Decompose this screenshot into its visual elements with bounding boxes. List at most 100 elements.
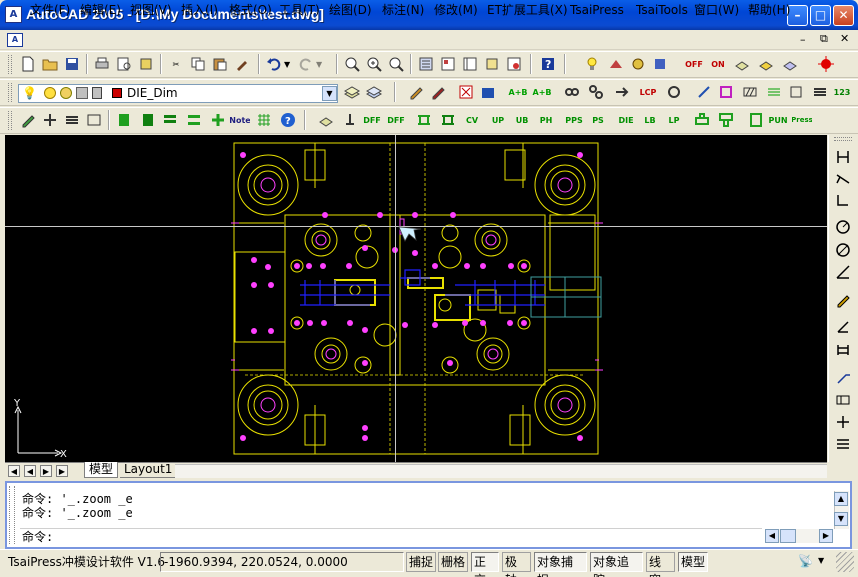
tsai-layers-icon[interactable] (84, 110, 104, 130)
tsai-stack-icon[interactable] (62, 110, 82, 130)
tsai-plate-2-icon[interactable] (438, 110, 458, 130)
tsai-ps-icon[interactable]: PS (588, 110, 608, 130)
tsai-pun-icon[interactable]: PUN (768, 110, 788, 130)
toolbar-grip[interactable] (8, 83, 12, 102)
status-toggle-4[interactable]: 对象捕捉 (534, 552, 587, 577)
scroll-right-button[interactable]: ▶ (819, 529, 833, 543)
tsai-press-icon[interactable]: Press (792, 110, 812, 130)
area-icon[interactable] (786, 82, 806, 102)
edit-text-icon[interactable] (428, 82, 448, 102)
doc-minimize-button[interactable]: – (800, 33, 806, 46)
menu-edit[interactable]: 编辑(E) (78, 1, 123, 19)
menu-help[interactable]: 帮助(H) (746, 1, 792, 19)
cut-icon[interactable]: ✂ (166, 54, 186, 74)
drawing-canvas[interactable]: Y X (5, 135, 827, 462)
status-toggle-7[interactable]: 模型 (678, 552, 708, 572)
leader-icon[interactable] (833, 368, 853, 388)
toolbar-grip[interactable] (8, 55, 12, 74)
number-123-icon[interactable]: 123 (832, 82, 852, 102)
help-icon[interactable]: ? (538, 54, 558, 74)
tsai-cv-icon[interactable]: CV (462, 110, 482, 130)
tsai-green-4-icon[interactable] (184, 110, 204, 130)
scroll-up-button[interactable]: ▲ (834, 492, 848, 506)
make-layer-current-icon[interactable] (342, 82, 362, 102)
layer-previous-icon[interactable] (364, 82, 384, 102)
doc-restore-button[interactable]: ⧉ (820, 32, 828, 46)
pencil-icon[interactable] (406, 82, 426, 102)
tsai-lp-icon[interactable]: LP (664, 110, 684, 130)
design-center-icon[interactable] (438, 54, 458, 74)
lightbulb-icon[interactable] (582, 54, 602, 74)
doc-close-button[interactable]: ✕ (840, 32, 849, 45)
menu-window[interactable]: 窗口(W) (692, 1, 741, 19)
resize-grip[interactable] (836, 552, 854, 572)
linear-dim-icon[interactable] (833, 147, 853, 167)
undo-dropdown-icon[interactable]: ▼ (284, 60, 290, 69)
attach-icon[interactable] (694, 82, 714, 102)
prev-tab-button[interactable]: ◀ (24, 465, 36, 477)
tsai-tool-3-icon[interactable] (650, 54, 670, 74)
tsai-edit-icon[interactable] (18, 110, 38, 130)
break-icon[interactable] (586, 82, 606, 102)
horizontal-scrollbar[interactable] (175, 464, 827, 478)
tsai-block-2-icon[interactable] (716, 110, 736, 130)
list-icon[interactable] (810, 82, 830, 102)
tsai-green-5-icon[interactable] (208, 110, 228, 130)
tsai-block-1-icon[interactable] (692, 110, 712, 130)
tsai-ub-icon[interactable]: UB (512, 110, 532, 130)
scroll-thumb[interactable] (780, 529, 796, 543)
tsai-ph-icon[interactable]: PH (536, 110, 556, 130)
quick-dim-icon[interactable] (833, 290, 853, 310)
communication-center-icon[interactable]: 📡 (798, 554, 814, 570)
red-burst-icon[interactable] (816, 54, 836, 74)
angular-dim-icon[interactable] (833, 262, 853, 282)
last-tab-button[interactable]: ▶ (56, 465, 68, 477)
properties-icon[interactable] (416, 54, 436, 74)
undo-icon[interactable] (264, 54, 284, 74)
autocad-app-icon[interactable]: A (5, 6, 22, 23)
menu-format[interactable]: 格式(O) (227, 1, 274, 19)
status-toggle-0[interactable]: 捕捉 (406, 552, 436, 572)
tool-palettes-icon[interactable] (460, 54, 480, 74)
sheet-set-icon[interactable] (482, 54, 502, 74)
a-plus-b-2-icon[interactable]: A+B (532, 82, 552, 102)
tsai-dff-1-icon[interactable]: DFF (362, 110, 382, 130)
layer-lock-icon[interactable] (780, 54, 800, 74)
command-window-grip[interactable] (9, 486, 15, 544)
note-icon[interactable]: Note (230, 110, 250, 130)
grid-icon[interactable] (764, 82, 784, 102)
tsai-die-icon[interactable]: DIE (616, 110, 636, 130)
menu-express-tools[interactable]: ET扩展工具(X) (485, 1, 570, 19)
print-icon[interactable] (92, 54, 112, 74)
baseline-dim-icon[interactable] (833, 317, 853, 337)
tsai-punch-icon[interactable] (340, 110, 360, 130)
tsai-xdd-icon[interactable] (40, 110, 60, 130)
tolerance-icon[interactable] (833, 390, 853, 410)
polygon-icon[interactable] (716, 82, 736, 102)
first-tab-button[interactable]: ◀ (8, 465, 20, 477)
lcp-icon[interactable]: LCP (638, 82, 658, 102)
plot-preview-icon[interactable] (114, 54, 134, 74)
tsai-block-3-icon[interactable] (746, 110, 766, 130)
menu-dimension[interactable]: 标注(N) (380, 1, 426, 19)
zoom-realtime-icon[interactable] (364, 54, 384, 74)
copy-icon[interactable] (188, 54, 208, 74)
open-icon[interactable] (40, 54, 60, 74)
tsai-up-icon[interactable]: UP (488, 110, 508, 130)
next-tab-button[interactable]: ▶ (40, 465, 52, 477)
a-plus-b-icon[interactable]: A+B (508, 82, 528, 102)
arrow-icon[interactable] (612, 82, 632, 102)
layer-tool-icon[interactable] (732, 54, 752, 74)
hatch-icon[interactable] (740, 82, 760, 102)
tsai-tool-1-icon[interactable] (606, 54, 626, 74)
tsai-toggle-1-icon[interactable] (456, 82, 476, 102)
menu-modify[interactable]: 修改(M) (432, 1, 480, 19)
pan-realtime-icon[interactable] (342, 54, 362, 74)
new-icon[interactable] (18, 54, 38, 74)
toolbar-grip[interactable] (8, 111, 12, 130)
scroll-down-button[interactable]: ▼ (834, 512, 848, 526)
chain-icon[interactable] (562, 82, 582, 102)
tsai-dff-2-icon[interactable]: DFF (386, 110, 406, 130)
menu-draw[interactable]: 绘图(D) (327, 1, 374, 19)
aligned-dim-icon[interactable] (833, 169, 853, 189)
